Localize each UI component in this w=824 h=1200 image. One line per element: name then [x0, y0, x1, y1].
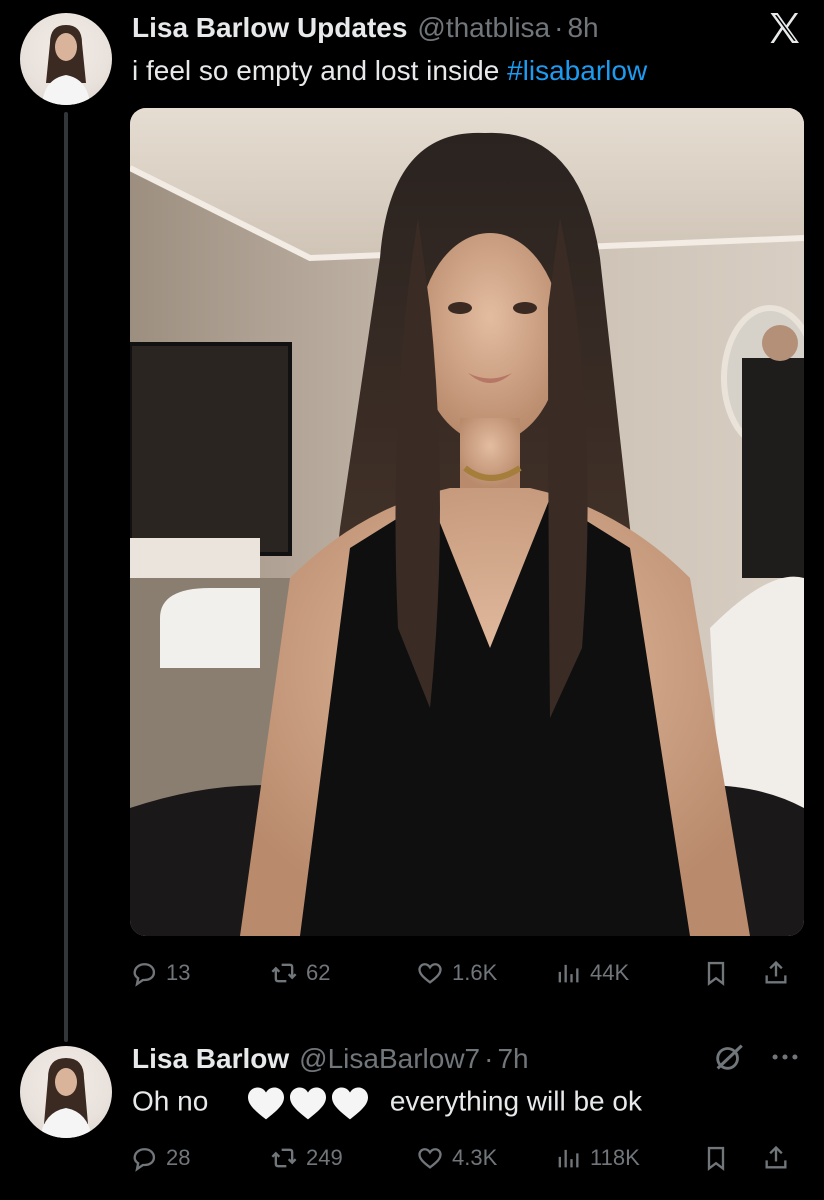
views-button[interactable]: 44K	[554, 951, 629, 995]
tweet-actions: 13 62 1.6K 44K	[130, 951, 804, 995]
views-icon	[558, 964, 579, 983]
like-count: 1.6K	[452, 960, 498, 985]
separator-dot: ·	[484, 1043, 494, 1074]
hashtag-link[interactable]: #lisabarlow	[507, 55, 647, 86]
like-button[interactable]: 4.3K	[416, 1136, 497, 1180]
reply-icon	[133, 1148, 156, 1172]
bookmark-button[interactable]	[702, 951, 730, 995]
reply-header: Lisa Barlow @LisaBarlow7 · 7h	[132, 1043, 529, 1075]
repost-button[interactable]: 62	[270, 951, 330, 995]
reply-header-icons	[712, 1040, 802, 1074]
more-options-icon[interactable]	[768, 1040, 802, 1074]
share-button[interactable]	[762, 1136, 790, 1180]
reply-button[interactable]: 13	[130, 951, 190, 995]
x-logo-icon[interactable]	[766, 10, 802, 46]
bookmark-icon	[707, 961, 725, 986]
reply-time[interactable]: 7h	[497, 1043, 528, 1075]
grok-icon[interactable]	[712, 1040, 746, 1074]
share-button[interactable]	[762, 951, 790, 995]
repost-count: 62	[306, 960, 331, 985]
reply-count: 28	[166, 1145, 191, 1170]
reply-button[interactable]: 28	[130, 1136, 190, 1180]
heart-icon	[418, 1148, 442, 1169]
reply-actions: 28 249 4.3K 118K	[130, 1136, 804, 1180]
reply-text: Oh no everything will be ok	[132, 1085, 642, 1121]
author-handle[interactable]: @thatblisa	[417, 12, 550, 44]
separator-dot: ·	[554, 12, 564, 43]
tweet-body: i feel so empty and lost inside	[132, 55, 508, 86]
views-count: 118K	[590, 1145, 640, 1170]
views-count: 44K	[590, 960, 630, 985]
share-icon	[765, 1145, 787, 1169]
white-heart-icon	[332, 1087, 369, 1120]
thread-line	[64, 112, 68, 1042]
repost-count: 249	[306, 1145, 343, 1170]
reply-icon	[133, 963, 156, 987]
reply-author-name[interactable]: Lisa Barlow	[132, 1043, 289, 1075]
like-count: 4.3K	[452, 1145, 498, 1170]
share-icon	[765, 960, 787, 984]
photo-woman-long-hair	[130, 108, 804, 936]
avatar[interactable]	[20, 13, 112, 105]
tweet-time[interactable]: 8h	[567, 12, 598, 44]
tweet-thread: Lisa Barlow Updates @thatblisa · 8h i fe…	[0, 0, 824, 1200]
reply-avatar[interactable]	[20, 1046, 112, 1138]
white-heart-icon	[248, 1087, 285, 1120]
author-name[interactable]: Lisa Barlow Updates	[132, 12, 407, 44]
avatar-image	[40, 1058, 92, 1138]
views-button[interactable]: 118K	[554, 1136, 640, 1180]
white-heart-icon	[290, 1087, 327, 1120]
white-heart-emoji	[246, 1085, 372, 1121]
repost-icon	[271, 963, 297, 983]
reply-author-handle[interactable]: @LisaBarlow7	[299, 1043, 480, 1075]
reply-text-before: Oh no	[132, 1085, 209, 1117]
bookmark-button[interactable]	[702, 1136, 730, 1180]
repost-button[interactable]: 249	[270, 1136, 343, 1180]
tweet-header: Lisa Barlow Updates @thatblisa · 8h	[132, 12, 599, 44]
like-button[interactable]: 1.6K	[416, 951, 497, 995]
repost-icon	[271, 1148, 297, 1168]
views-icon	[558, 1149, 579, 1168]
bookmark-icon	[707, 1146, 725, 1171]
tweet-text: i feel so empty and lost inside #lisabar…	[132, 55, 647, 87]
reply-count: 13	[166, 960, 191, 985]
avatar-image	[42, 25, 90, 105]
tweet-photo[interactable]	[130, 108, 804, 936]
heart-icon	[418, 963, 442, 984]
reply-text-after: everything will be ok	[389, 1085, 642, 1117]
